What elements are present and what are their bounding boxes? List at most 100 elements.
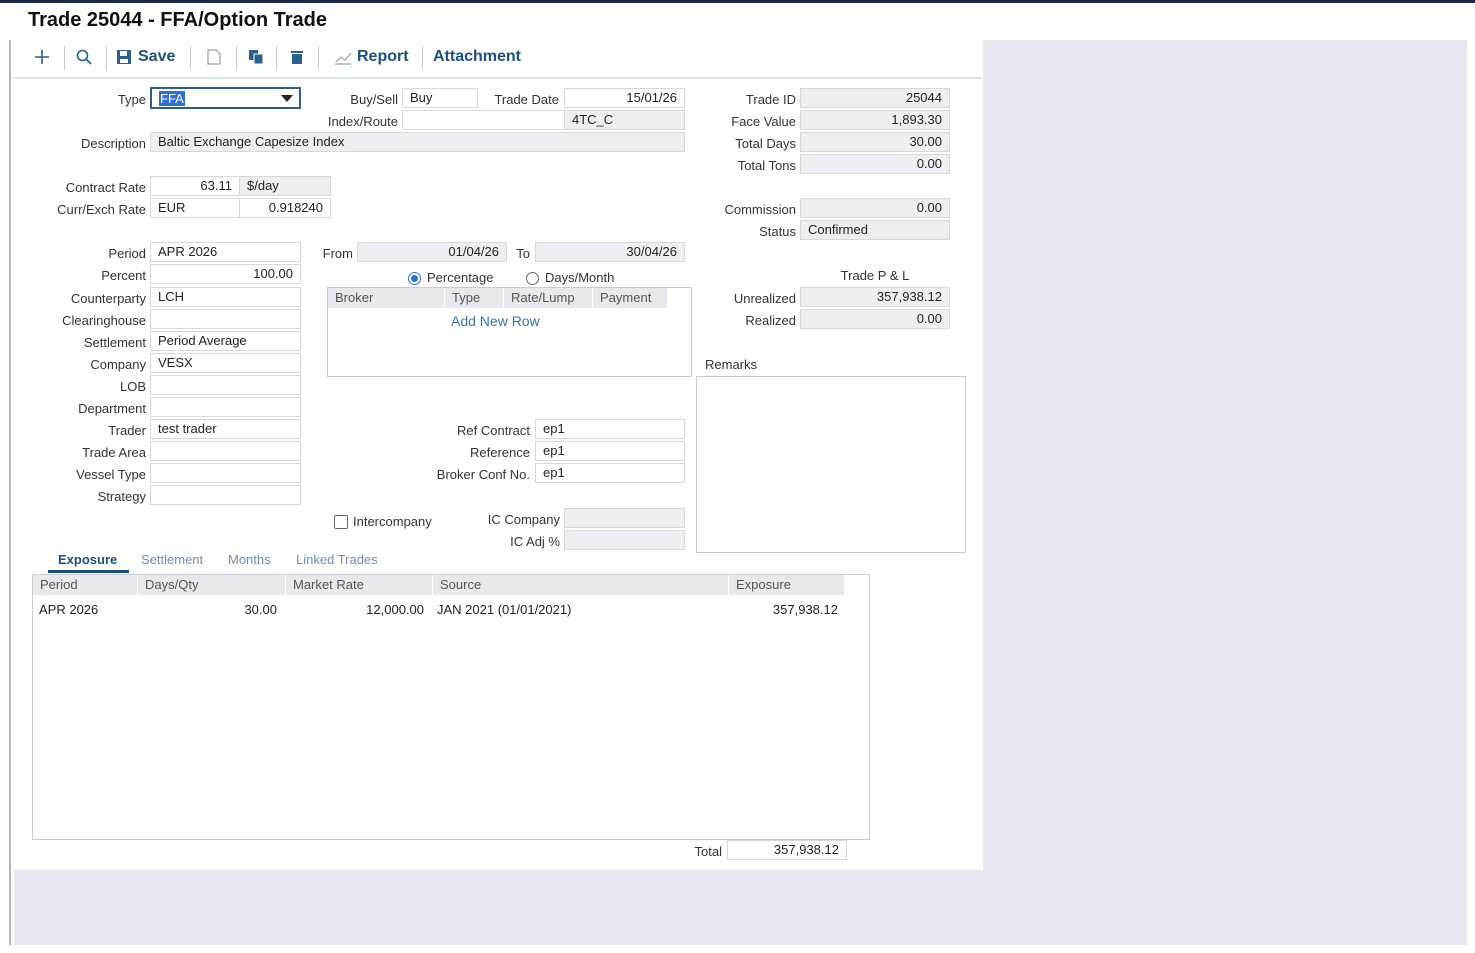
commission-label: Commission <box>724 202 796 217</box>
contractrate-field[interactable]: 63.11 <box>150 176 240 196</box>
lob-label: LOB <box>119 379 146 394</box>
row-marketrate: 12,000.00 <box>366 602 424 617</box>
route-code-field: 4TC_C <box>564 110 685 130</box>
tab-linked-trades[interactable]: Linked Trades <box>296 552 378 567</box>
copy-button[interactable] <box>248 40 264 74</box>
add-button[interactable] <box>34 40 50 74</box>
save-icon <box>117 50 131 64</box>
percent-field[interactable]: 100.00 <box>150 264 301 284</box>
toolbar-separator <box>190 46 191 70</box>
from-date-field[interactable]: 01/04/26 <box>357 242 507 262</box>
to-date-field[interactable]: 30/04/26 <box>535 242 685 262</box>
buysell-label: Buy/Sell <box>350 92 398 107</box>
exchrate-field[interactable]: 0.918240 <box>239 198 331 218</box>
icadj-field[interactable] <box>564 530 685 550</box>
settlement-field[interactable]: Period Average <box>150 331 301 351</box>
save-button[interactable]: Save <box>116 40 175 74</box>
add-new-row-link[interactable]: Add New Row <box>451 313 540 329</box>
window-top-border <box>0 0 1475 3</box>
tab-settlement[interactable]: Settlement <box>141 552 203 567</box>
counterparty-label: Counterparty <box>70 291 146 306</box>
lob-field[interactable] <box>150 375 301 395</box>
totaltons-field: 0.00 <box>800 154 950 174</box>
left-border <box>9 40 11 945</box>
company-field[interactable]: VESX <box>150 353 301 373</box>
plus-icon <box>35 50 49 64</box>
rate-unit-field: $/day <box>239 176 331 196</box>
iccompany-field[interactable] <box>564 508 685 528</box>
trader-field[interactable]: test trader <box>150 419 301 439</box>
right-empty-pane <box>983 40 1467 945</box>
unrealized-label: Unrealized <box>733 291 796 306</box>
search-button[interactable] <box>76 40 92 74</box>
search-icon <box>76 49 92 65</box>
percentage-radio-label: Percentage <box>427 270 494 285</box>
refcontract-field[interactable]: ep1 <box>535 419 685 439</box>
commission-field: 0.00 <box>800 198 950 218</box>
strategy-field[interactable] <box>150 485 301 505</box>
settlement-label: Settlement <box>83 335 146 350</box>
strategy-label: Strategy <box>97 489 146 504</box>
indexroute-field[interactable] <box>402 110 565 130</box>
tradedate-field[interactable]: 15/01/26 <box>564 88 685 108</box>
period-field[interactable]: APR 2026 <box>150 242 301 262</box>
icadj-label: IC Adj % <box>510 534 560 549</box>
unrealized-field: 357,938.12 <box>800 287 950 307</box>
type-dropdown[interactable]: FFA <box>150 87 301 109</box>
attachment-button[interactable]: Attachment <box>433 40 521 74</box>
daysqty-column-header[interactable]: Days/Qty <box>138 575 286 595</box>
type-column-header[interactable]: Type <box>445 288 504 308</box>
daysmonth-radio[interactable] <box>526 272 539 285</box>
row-exposure: 357,938.12 <box>772 602 838 617</box>
delete-button[interactable] <box>290 40 304 74</box>
clearinghouse-label: Clearinghouse <box>62 313 146 328</box>
tradeid-label: Trade ID <box>745 92 796 107</box>
from-label: From <box>322 246 353 261</box>
exposure-column-header[interactable]: Exposure <box>729 575 845 595</box>
counterparty-field[interactable]: LCH <box>150 287 301 307</box>
totaldays-label: Total Days <box>735 136 796 151</box>
brokerconf-field[interactable]: ep1 <box>535 463 685 483</box>
intercompany-label: Intercompany <box>353 514 432 529</box>
save-label: Save <box>138 48 176 65</box>
toolbar: Save Report Attachment <box>14 40 982 78</box>
broker-column-header[interactable]: Broker <box>328 288 445 308</box>
description-label: Description <box>80 136 146 151</box>
clearinghouse-field[interactable] <box>150 309 301 329</box>
buysell-field[interactable]: Buy <box>402 88 478 108</box>
marketrate-column-header[interactable]: Market Rate <box>286 575 433 595</box>
source-column-header[interactable]: Source <box>433 575 729 595</box>
remarks-textarea[interactable] <box>696 376 966 553</box>
vesseltype-field[interactable] <box>150 463 301 483</box>
attachment-label: Attachment <box>433 48 522 65</box>
payment-column-header[interactable]: Payment <box>593 288 668 308</box>
period-column-header[interactable]: Period <box>33 575 138 595</box>
tradeid-field: 25044 <box>800 88 950 108</box>
toolbar-separator <box>236 46 237 70</box>
toolbar-separator <box>106 46 107 70</box>
report-button[interactable]: Report <box>334 40 409 74</box>
percentage-radio[interactable] <box>408 272 421 285</box>
realized-label: Realized <box>745 313 796 328</box>
department-field[interactable] <box>150 397 301 417</box>
page-title: Trade 25044 - FFA/Option Trade <box>28 9 327 31</box>
row-source: JAN 2021 (01/01/2021) <box>437 602 572 617</box>
percent-label: Percent <box>101 268 146 283</box>
ratelump-column-header[interactable]: Rate/Lump <box>504 288 593 308</box>
intercompany-checkbox[interactable] <box>334 515 348 529</box>
total-field: 357,938.12 <box>727 840 847 860</box>
status-field: Confirmed <box>800 220 950 240</box>
bottom-empty-pane <box>14 870 1467 945</box>
description-field: Baltic Exchange Capesize Index <box>150 132 685 152</box>
report-label: Report <box>357 48 409 65</box>
tradearea-field[interactable] <box>150 441 301 461</box>
refcontract-label: Ref Contract <box>457 423 530 438</box>
type-label: Type <box>117 92 146 107</box>
new-document-button[interactable] <box>207 40 221 74</box>
tab-exposure[interactable]: Exposure <box>58 552 117 567</box>
reference-field[interactable]: ep1 <box>535 441 685 461</box>
tab-months[interactable]: Months <box>228 552 271 567</box>
facevalue-field: 1,893.30 <box>800 110 950 130</box>
currency-field[interactable]: EUR <box>150 198 240 218</box>
totaltons-label: Total Tons <box>737 158 796 173</box>
